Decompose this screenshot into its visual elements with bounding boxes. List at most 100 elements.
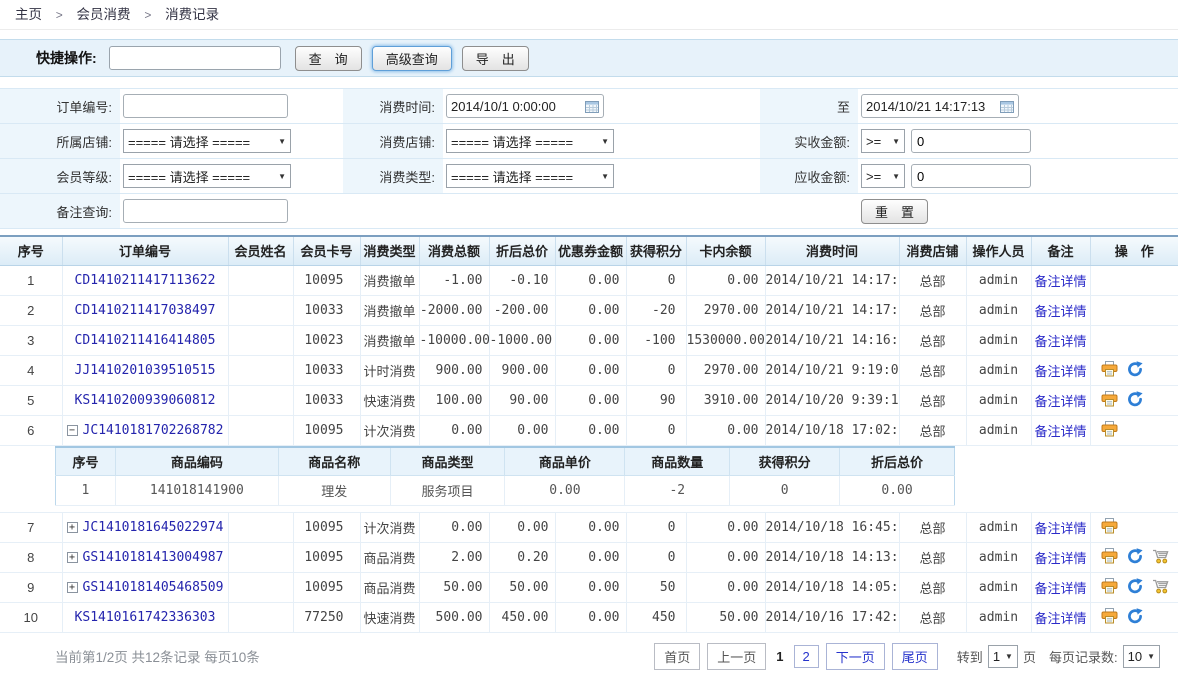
printer-icon[interactable]	[1101, 361, 1118, 380]
consume-type-cell: 商品消费	[360, 543, 419, 573]
order-no-input[interactable]	[123, 94, 288, 118]
order-no-link[interactable]: JC1410181645022974	[83, 520, 224, 535]
card-no-cell: 10023	[293, 325, 360, 355]
undo-icon[interactable]	[1127, 361, 1143, 380]
last-page-button[interactable]: 尾页	[892, 643, 938, 670]
prev-page-button[interactable]: 上一页	[707, 643, 766, 670]
card-no-cell: 10095	[293, 543, 360, 573]
order-no-link[interactable]: CD1410211416414805	[75, 333, 216, 348]
card-no-cell: 10095	[293, 573, 360, 603]
consume-store-select[interactable]: ===== 请选择 ===== ▼	[446, 129, 614, 153]
undo-icon[interactable]	[1127, 391, 1143, 410]
remark-detail-link[interactable]: 备注详情	[1034, 334, 1086, 349]
points-cell: 50	[626, 573, 686, 603]
order-no-link[interactable]: GS1410181413004987	[83, 550, 224, 565]
store-cell: 总部	[899, 265, 966, 295]
calendar-icon[interactable]	[585, 100, 599, 113]
collapse-icon[interactable]: −	[67, 425, 78, 436]
shopping-cart-icon[interactable]	[1152, 578, 1170, 597]
breadcrumb-home[interactable]: 主页	[15, 7, 42, 22]
points-cell: 0	[626, 543, 686, 573]
printer-icon[interactable]	[1101, 578, 1118, 597]
consume-time-to-input[interactable]: 2014/10/21 14:17:13	[861, 94, 1019, 118]
order-no-link[interactable]: JJ1410201039510515	[75, 363, 216, 378]
order-no-link[interactable]: CD1410211417113622	[75, 273, 216, 288]
col-actions: 操 作	[1090, 236, 1178, 265]
actions-cell	[1090, 603, 1178, 633]
order-no-cell: KS1410161742336303	[62, 603, 228, 633]
discounted-price-cell: 450.00	[489, 603, 555, 633]
first-page-button[interactable]: 首页	[654, 643, 700, 670]
undo-icon[interactable]	[1127, 608, 1143, 627]
order-no-link[interactable]: KS1410161742336303	[75, 610, 216, 625]
store-cell: 总部	[899, 295, 966, 325]
remark-detail-link[interactable]: 备注详情	[1034, 581, 1086, 596]
member-level-label: 会员等级:	[0, 159, 120, 193]
remark-cell: 备注详情	[1031, 573, 1090, 603]
goto-page-select[interactable]: 1 ▼	[988, 645, 1018, 668]
shopping-cart-icon[interactable]	[1152, 548, 1170, 567]
breadcrumb-separator: >	[56, 8, 63, 22]
member-name-cell	[228, 355, 293, 385]
printer-icon[interactable]	[1101, 391, 1118, 410]
undo-icon[interactable]	[1127, 578, 1143, 597]
own-store-select[interactable]: ===== 请选择 ===== ▼	[123, 129, 291, 153]
filter-spacer	[343, 194, 443, 228]
printer-icon[interactable]	[1101, 548, 1118, 567]
remark-detail-link[interactable]: 备注详情	[1034, 551, 1086, 566]
query-button[interactable]: 查 询	[295, 46, 362, 71]
order-no-link[interactable]: KS1410200939060812	[75, 393, 216, 408]
goods-col-header: 商品单价	[505, 447, 625, 476]
actions-cell	[1090, 573, 1178, 603]
quick-search-input[interactable]	[109, 46, 281, 70]
export-button[interactable]: 导 出	[462, 46, 529, 71]
operator-cell: admin	[966, 295, 1031, 325]
undo-icon[interactable]	[1127, 548, 1143, 567]
page-2-button[interactable]: 2	[794, 645, 819, 668]
calendar-icon[interactable]	[1000, 100, 1014, 113]
printer-icon[interactable]	[1101, 518, 1118, 537]
consume-records-table: 序号 订单编号 会员姓名 会员卡号 消费类型 消费总额 折后总价 优惠券金额 获…	[0, 235, 1178, 633]
page-size-value: 10	[1128, 649, 1142, 664]
expand-icon[interactable]: +	[67, 522, 78, 533]
printer-icon[interactable]	[1101, 608, 1118, 627]
consume-type-select[interactable]: ===== 请选择 ===== ▼	[446, 164, 614, 188]
receivable-amount-input[interactable]	[911, 164, 1031, 188]
discounted-price-cell: -200.00	[489, 295, 555, 325]
breadcrumb-member-consume[interactable]: 会员消费	[77, 7, 131, 22]
remark-detail-link[interactable]: 备注详情	[1034, 364, 1086, 379]
order-no-link[interactable]: JC1410181702268782	[83, 423, 224, 438]
member-name-cell	[228, 325, 293, 355]
goods-col-header: 商品编码	[115, 447, 278, 476]
actual-amount-operator-select[interactable]: >= ▼	[861, 129, 905, 153]
col-remark: 备注	[1031, 236, 1090, 265]
remark-detail-link[interactable]: 备注详情	[1034, 394, 1086, 409]
advanced-query-button[interactable]: 高级查询	[372, 46, 452, 71]
remark-detail-link[interactable]: 备注详情	[1034, 304, 1086, 319]
remark-detail-link[interactable]: 备注详情	[1034, 424, 1086, 439]
remark-detail-link[interactable]: 备注详情	[1034, 521, 1086, 536]
points-cell: 450	[626, 603, 686, 633]
remark-detail-link[interactable]: 备注详情	[1034, 274, 1086, 289]
col-consume-type: 消费类型	[360, 236, 419, 265]
consume-time-from-input[interactable]: 2014/10/1 0:00:00	[446, 94, 604, 118]
printer-icon[interactable]	[1101, 421, 1118, 440]
remark-query-input[interactable]	[123, 199, 288, 223]
order-no-link[interactable]: CD1410211417038497	[75, 303, 216, 318]
row-seq: 7	[0, 513, 62, 543]
member-level-select[interactable]: ===== 请选择 ===== ▼	[123, 164, 291, 188]
expand-icon[interactable]: +	[67, 552, 78, 563]
reset-button[interactable]: 重 置	[861, 199, 928, 224]
actual-amount-input[interactable]	[911, 129, 1031, 153]
discounted-price-cell: -1000.00	[489, 325, 555, 355]
remark-detail-link[interactable]: 备注详情	[1034, 611, 1086, 626]
page-size-select[interactable]: 10 ▼	[1123, 645, 1160, 668]
next-page-button[interactable]: 下一页	[826, 643, 885, 670]
order-no-cell: CD1410211417113622	[62, 265, 228, 295]
total-amount-cell: 2.00	[419, 543, 489, 573]
order-no-link[interactable]: GS1410181405468509	[83, 580, 224, 595]
table-row: 1CD141021141711362210095消费撤单-1.00-0.100.…	[0, 265, 1178, 295]
expand-icon[interactable]: +	[67, 582, 78, 593]
pagination-bar: 当前第1/2页 共12条记录 每页10条 首页 上一页 1 2 下一页 尾页 转…	[0, 641, 1178, 671]
receivable-amount-operator-select[interactable]: >= ▼	[861, 164, 905, 188]
